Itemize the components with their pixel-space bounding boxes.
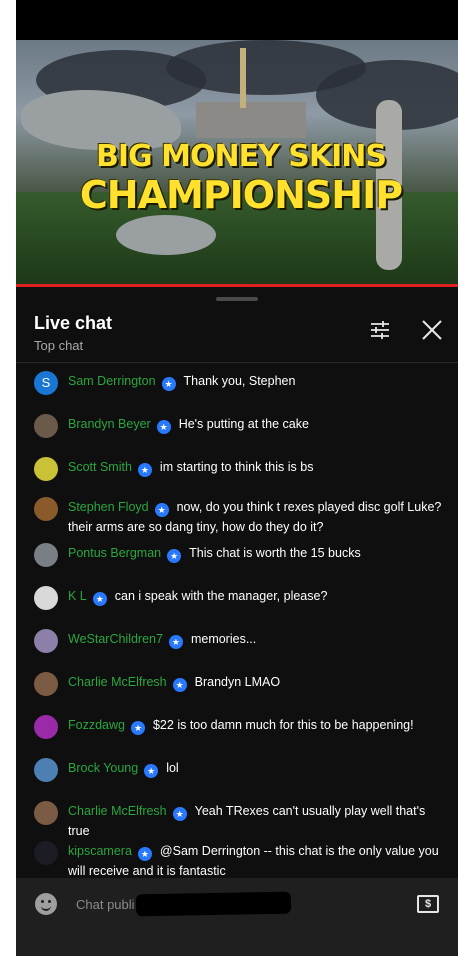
author-name[interactable]: Fozzdawg <box>68 718 125 732</box>
live-chat-panel: Live chat Top chat S Sam Derrington ★ Thank… <box>16 287 458 956</box>
author-name[interactable]: Scott Smith <box>68 460 132 474</box>
message-body: kipscamera ★ @Sam Derrington -- this chat … <box>68 841 448 881</box>
member-star-icon: ★ <box>137 463 152 477</box>
app-window: BIG MONEY SKINS CHAMPIONSHIP Live chat T… <box>16 0 458 956</box>
message-body: Pontus Bergman ★ This chat is worth the 15… <box>68 543 448 563</box>
message-text: memories... <box>190 632 257 646</box>
avatar[interactable] <box>34 457 58 481</box>
message-text: This chat is worth the 15 bucks <box>189 546 361 560</box>
tower-shape <box>240 48 246 108</box>
author-name[interactable]: K L <box>68 589 87 603</box>
avatar[interactable] <box>34 801 58 825</box>
author-name[interactable]: Charlie McElfresh <box>68 675 167 689</box>
member-star-icon: ★ <box>130 721 145 735</box>
avatar[interactable] <box>34 715 58 739</box>
avatar[interactable] <box>34 543 58 567</box>
author-name[interactable]: Stephen Floyd <box>68 500 149 514</box>
emoji-icon[interactable] <box>35 893 57 915</box>
message-text: Thank you, Stephen <box>183 374 296 388</box>
author-name[interactable]: Brandyn Beyer <box>68 417 151 431</box>
member-star-icon: ★ <box>168 635 183 649</box>
message-body: Fozzdawg ★ $22 is too damn much for this t… <box>68 715 448 735</box>
member-star-icon: ★ <box>144 764 159 778</box>
avatar[interactable] <box>34 629 58 653</box>
close-icon[interactable] <box>420 318 444 342</box>
emoji-mouth <box>41 904 51 911</box>
message-body: Charlie McElfresh ★ Yeah TRexes can't usua… <box>68 801 448 841</box>
member-star-icon: ★ <box>92 592 107 606</box>
member-star-icon: ★ <box>137 847 152 861</box>
message-text: im starting to think this is bs <box>159 460 314 474</box>
avatar[interactable] <box>34 758 58 782</box>
avatar[interactable]: S <box>34 371 58 395</box>
message-body: Stephen Floyd ★ now, do you think t rexes … <box>68 497 448 537</box>
member-star-icon: ★ <box>161 377 176 391</box>
member-star-icon: ★ <box>172 678 187 692</box>
avatar[interactable] <box>34 586 58 610</box>
chat-mode-selector[interactable]: Top chat <box>34 338 83 353</box>
dollar-icon[interactable]: $ <box>417 895 439 913</box>
author-name[interactable]: Charlie McElfresh <box>68 804 167 818</box>
avatar[interactable] <box>34 497 58 521</box>
header-divider <box>16 362 458 363</box>
message-body: Scott Smith ★ im starting to think this is… <box>68 457 448 477</box>
message-text: He's putting at the cake <box>178 417 309 431</box>
message-body: WeStarChildren7 ★ memories... <box>68 629 448 649</box>
avatar[interactable] <box>34 672 58 696</box>
message-text: $22 is too damn much for this to be happ… <box>152 718 414 732</box>
video-title-line2: CHAMPIONSHIP <box>79 173 403 217</box>
message-body: Brock Young ★ lol <box>68 758 448 778</box>
member-star-icon: ★ <box>156 420 171 434</box>
author-name[interactable]: Pontus Bergman <box>68 546 161 560</box>
message-body: Sam Derrington ★ Thank you, Stephen <box>68 371 448 391</box>
chat-input-bar: $ <box>16 878 458 956</box>
message-text: Brandyn LMAO <box>194 675 281 689</box>
member-star-icon: ★ <box>154 503 169 517</box>
author-name[interactable]: kipscamera <box>68 844 132 858</box>
dinosaur-shape <box>116 215 216 255</box>
message-text: lol <box>166 761 179 775</box>
message-text: can i speak with the manager, please? <box>114 589 328 603</box>
author-name[interactable]: WeStarChildren7 <box>68 632 163 646</box>
author-name[interactable]: Brock Young <box>68 761 138 775</box>
member-star-icon: ★ <box>167 549 182 563</box>
video-player[interactable]: BIG MONEY SKINS CHAMPIONSHIP <box>16 40 458 287</box>
filter-sliders-icon[interactable] <box>368 318 392 342</box>
video-title-line1: BIG MONEY SKINS <box>96 139 387 174</box>
member-star-icon: ★ <box>172 807 187 821</box>
status-bar <box>16 0 458 40</box>
avatar[interactable] <box>34 414 58 438</box>
avatar[interactable] <box>34 841 58 865</box>
message-body: K L ★ can i speak with the manager, please… <box>68 586 448 606</box>
chat-title: Live chat <box>34 313 113 333</box>
castle-shape <box>196 102 306 138</box>
author-name[interactable]: Sam Derrington <box>68 374 156 388</box>
message-body: Brandyn Beyer ★ He's putting at the cake <box>68 414 448 434</box>
redaction-mark <box>135 891 292 917</box>
drag-handle[interactable] <box>216 297 258 301</box>
message-body: Charlie McElfresh ★ Brandyn LMAO <box>68 672 448 692</box>
